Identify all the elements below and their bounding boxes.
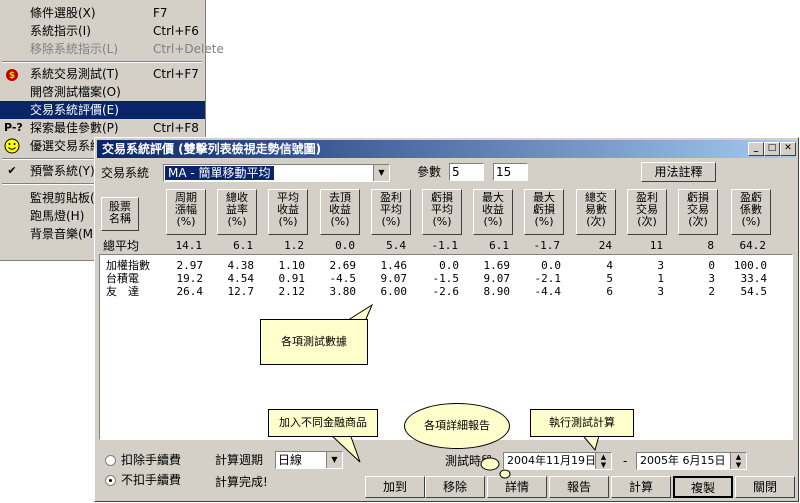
thought-bubble-dot [499,469,511,479]
callout-test-data: 各項測試數據 [260,319,368,365]
callout-pointers [328,303,601,479]
thought-bubble-dot [480,457,500,471]
callout-add-instruments: 加入不同金融商品 [268,409,378,437]
callout-detailed-report: 各項詳細報告 [404,403,510,449]
callout-run-calculation: 執行測試計算 [530,409,634,437]
callout-pointer [328,433,361,463]
